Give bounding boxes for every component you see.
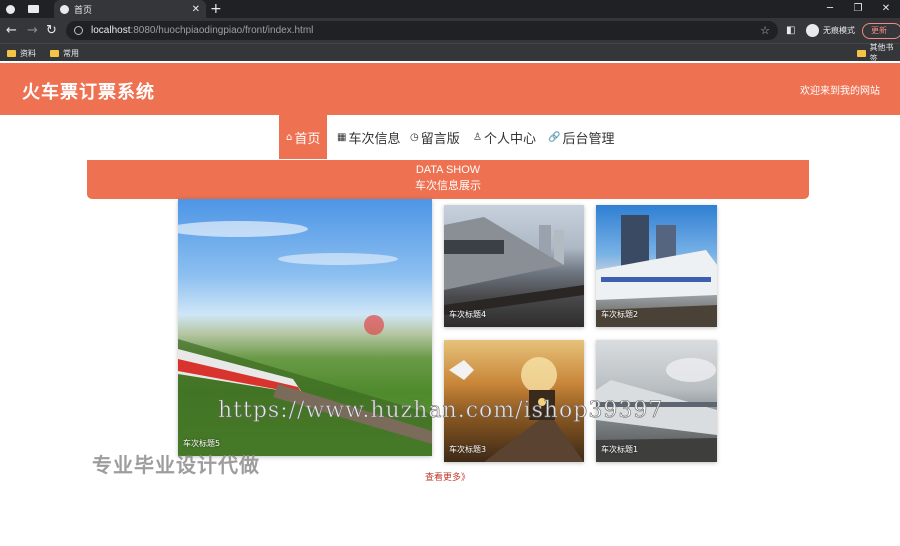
window-controls: ─ ❐ ✕: [816, 0, 900, 18]
incognito-indicator[interactable]: 无痕模式: [806, 24, 855, 37]
incognito-icon: [806, 24, 819, 37]
main-nav: ⌂ 首页 ▦ 车次信息 ◷ 留言版 ♙ 个人中心 🔗 后台管理: [0, 115, 900, 159]
other-bookmarks[interactable]: 其他书签: [857, 43, 900, 63]
minimize-icon[interactable]: ─: [816, 0, 844, 18]
nav-home[interactable]: ⌂ 首页: [279, 115, 328, 159]
update-button[interactable]: 更新: [862, 23, 900, 39]
globe-icon: [60, 4, 69, 14]
clock-icon: ◷: [410, 131, 419, 143]
card-caption: 车次标题2: [601, 310, 639, 319]
site-info-icon[interactable]: [74, 26, 83, 35]
reload-icon[interactable]: ↻: [46, 22, 57, 39]
folder-icon: [50, 49, 59, 57]
banner-chinese: 车次信息展示: [415, 179, 481, 192]
nav-profile[interactable]: ♙ 个人中心: [473, 115, 536, 159]
url-input[interactable]: localhost:8080/huochpiaodingpiao/front/i…: [66, 21, 778, 40]
tab-home[interactable]: 首页 ✕: [54, 0, 206, 18]
text-watermark: 专业毕业设计代做: [92, 453, 260, 477]
new-tab-button[interactable]: +: [210, 0, 222, 18]
site-title: 火车票订票系统: [22, 82, 155, 103]
train-card[interactable]: 车次标题4: [444, 205, 584, 327]
welcome-text: 欢迎来到我的网站: [800, 86, 880, 97]
url-watermark: https://www.huzhan.com/ishop39397: [218, 398, 664, 424]
page-content: 火车票订票系统 欢迎来到我的网站 ⌂ 首页 ▦ 车次信息 ◷ 留言版 ♙ 个人中…: [0, 63, 900, 546]
site-header: 火车票订票系统 欢迎来到我的网站: [0, 63, 900, 115]
tab-label: 首页: [74, 5, 93, 16]
link-icon: 🔗: [548, 131, 561, 143]
bookmark-star-icon[interactable]: ☆: [760, 24, 770, 37]
window-icon: [28, 5, 39, 13]
bookmarks-bar: 资料 常用 其他书签: [0, 43, 900, 63]
url-text: localhost:8080/huochpiaodingpiao/front/i…: [91, 25, 314, 36]
user-icon: ♙: [473, 131, 482, 143]
section-banner: DATA SHOW 车次信息展示: [87, 160, 809, 199]
close-tab-icon[interactable]: ✕: [192, 4, 200, 15]
view-more-link[interactable]: 查看更多》: [425, 470, 470, 483]
card-caption: 车次标题1: [601, 445, 639, 454]
mouse-cursor-indicator: [364, 315, 384, 335]
forward-icon[interactable]: →: [27, 22, 38, 39]
bookmark-folder[interactable]: 资料: [7, 46, 36, 60]
address-bar-row: ← → ↻ localhost:8080/huochpiaodingpiao/f…: [0, 18, 900, 43]
globe-icon: [6, 4, 15, 14]
grid-icon: ▦: [337, 131, 347, 143]
folder-icon: [7, 49, 16, 57]
restore-icon[interactable]: ❐: [844, 0, 872, 18]
card-caption: 车次标题4: [449, 310, 487, 319]
card-caption: 车次标题5: [183, 439, 221, 448]
nav-trains[interactable]: ▦ 车次信息: [337, 115, 400, 159]
tab-inactive[interactable]: [0, 0, 50, 18]
sidepanel-icon[interactable]: ◧: [786, 22, 795, 39]
nav-messages[interactable]: ◷ 留言版: [410, 115, 460, 159]
card-caption: 车次标题3: [449, 445, 487, 454]
banner-english: DATA SHOW: [415, 164, 481, 176]
incognito-label: 无痕模式: [823, 26, 855, 35]
nav-admin[interactable]: 🔗 后台管理: [548, 115, 614, 159]
browser-tab-strip: 首页 ✕ + ─ ❐ ✕: [0, 0, 900, 18]
train-card[interactable]: 车次标题2: [596, 205, 717, 327]
bookmark-folder[interactable]: 常用: [50, 46, 79, 60]
folder-icon: [857, 49, 866, 57]
home-icon: ⌂: [286, 131, 293, 143]
close-window-icon[interactable]: ✕: [872, 0, 900, 18]
back-icon[interactable]: ←: [6, 22, 17, 39]
